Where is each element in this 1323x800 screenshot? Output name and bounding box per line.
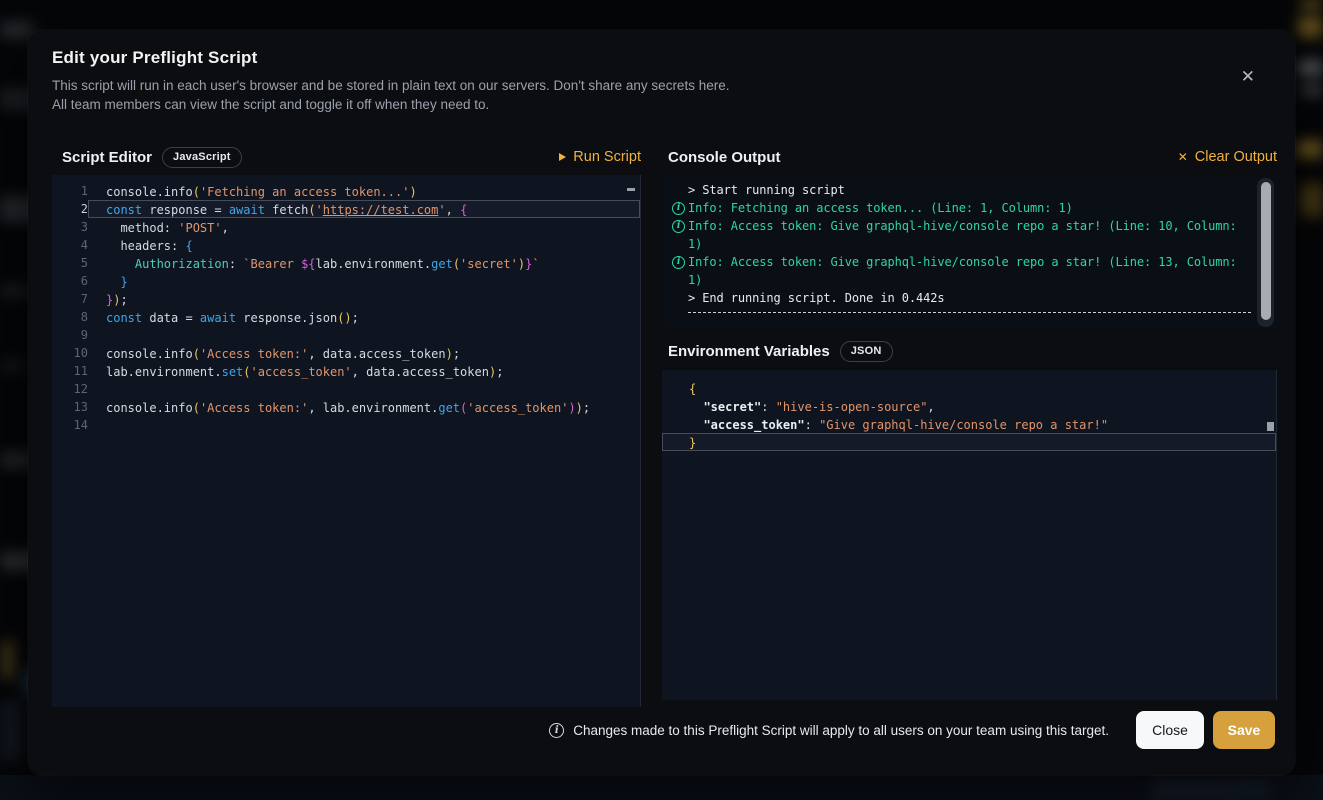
code-line: 4 headers: { xyxy=(52,236,640,254)
backdrop-blob xyxy=(0,700,22,760)
footer-note: i Changes made to this Preflight Script … xyxy=(549,723,1109,738)
env-json-line: "secret": "hive-is-open-source", xyxy=(662,397,1276,415)
script-editor-title: Script Editor xyxy=(62,149,152,166)
backdrop-blob xyxy=(0,285,30,297)
run-script-label: Run Script xyxy=(573,149,641,165)
env-variables-title: Environment Variables xyxy=(668,343,830,360)
backdrop-blob xyxy=(1300,183,1323,217)
backdrop-blob xyxy=(1296,140,1323,158)
line-number: 5 xyxy=(52,254,88,272)
env-scrollbar-thumb[interactable] xyxy=(1267,422,1274,431)
line-number: 3 xyxy=(52,218,88,236)
console-output-title: Console Output xyxy=(668,149,781,166)
code-line: 13console.info('Access token:', lab.envi… xyxy=(52,398,640,416)
line-number: 6 xyxy=(52,272,88,290)
script-code-editor[interactable]: 1console.info('Fetching an access token.… xyxy=(52,175,641,707)
code-line: 10console.info('Access token:', data.acc… xyxy=(52,344,640,362)
line-number: 14 xyxy=(52,416,88,434)
backdrop-blob xyxy=(0,22,34,38)
console-scrollbar[interactable] xyxy=(1257,178,1274,327)
console-log-text: Info: Fetching an access token... (Line:… xyxy=(688,199,1251,217)
console-log-entry: > End running script. Done in 0.442s xyxy=(672,289,1251,307)
line-number: 2 xyxy=(52,200,88,218)
console-output-panel[interactable]: > Start running scriptiInfo: Fetching an… xyxy=(662,175,1277,330)
modal-subtitle-line1: This script will run in each user's brow… xyxy=(52,77,952,96)
preflight-script-modal: ✕ Edit your Preflight Script This script… xyxy=(28,30,1295,775)
line-number: 10 xyxy=(52,344,88,362)
code-line: 6 } xyxy=(52,272,640,290)
code-line: 8const data = await response.json(); xyxy=(52,308,640,326)
code-line: 7}); xyxy=(52,290,640,308)
save-button[interactable]: Save xyxy=(1213,711,1275,749)
console-log-text: > End running script. Done in 0.442s xyxy=(688,289,1251,307)
backdrop-blob xyxy=(1298,16,1323,38)
console-log-text: > Start running script xyxy=(688,181,1251,199)
clear-output-button[interactable]: ✕ Clear Output xyxy=(1178,149,1277,165)
console-separator xyxy=(688,312,1251,313)
javascript-badge: JavaScript xyxy=(162,147,242,168)
code-line: 11lab.environment.set('access_token', da… xyxy=(52,362,640,380)
backdrop-blob xyxy=(1300,84,1323,96)
line-number: 9 xyxy=(52,326,88,344)
backdrop-blob xyxy=(1298,60,1323,76)
env-variables-editor[interactable]: { "secret": "hive-is-open-source", "acce… xyxy=(662,370,1277,700)
modal-subtitle-line2: All team members can view the script and… xyxy=(52,96,952,115)
backdrop-blob xyxy=(1300,0,1323,8)
console-output-header: Console Output ✕ Clear Output xyxy=(668,142,1277,172)
code-line: 1console.info('Fetching an access token.… xyxy=(52,182,640,200)
env-json-line: } xyxy=(662,433,1276,451)
console-log-entry: > Start running script xyxy=(672,181,1251,199)
close-icon[interactable]: ✕ xyxy=(1241,68,1255,85)
console-info-icon: i xyxy=(672,202,685,215)
line-number: 13 xyxy=(52,398,88,416)
line-number: 1 xyxy=(52,182,88,200)
line-number: 11 xyxy=(52,362,88,380)
line-number: 8 xyxy=(52,308,88,326)
env-variables-header: Environment Variables JSON xyxy=(668,336,1277,366)
console-log-text: Info: Access token: Give graphql-hive/co… xyxy=(688,253,1251,271)
console-log-text: 1) xyxy=(688,235,1251,253)
code-line: 3 method: 'POST', xyxy=(52,218,640,236)
close-button[interactable]: Close xyxy=(1136,711,1204,749)
console-log-text: 1) xyxy=(688,271,1251,289)
code-line: 14 xyxy=(52,416,640,434)
line-number: 12 xyxy=(52,380,88,398)
line-number: 4 xyxy=(52,236,88,254)
clear-output-label: Clear Output xyxy=(1195,149,1277,165)
env-json-line: "access_token": "Give graphql-hive/conso… xyxy=(662,415,1276,433)
console-log-text: Info: Access token: Give graphql-hive/co… xyxy=(688,217,1251,235)
page-title: Edit your Preflight Script xyxy=(52,48,257,68)
script-editor-header: Script Editor JavaScript Run Script xyxy=(62,142,641,172)
footer-note-text: Changes made to this Preflight Script wi… xyxy=(573,723,1109,738)
clear-icon: ✕ xyxy=(1178,151,1188,163)
info-icon: i xyxy=(549,723,564,738)
console-info-icon: i xyxy=(672,220,685,233)
code-line: 2const response = await fetch('https://t… xyxy=(52,200,640,218)
backdrop-bottom-strip xyxy=(0,775,1323,800)
modal-footer: i Changes made to this Preflight Script … xyxy=(52,711,1275,749)
code-line: 5 Authorization: `Bearer ${lab.environme… xyxy=(52,254,640,272)
console-log-entry: iInfo: Access token: Give graphql-hive/c… xyxy=(672,253,1251,289)
backdrop-blob xyxy=(2,640,14,680)
backdrop-blob xyxy=(1150,776,1270,800)
code-line: 12 xyxy=(52,380,640,398)
console-info-icon: i xyxy=(672,256,685,269)
console-log-entry: iInfo: Fetching an access token... (Line… xyxy=(672,199,1251,217)
console-scrollbar-thumb[interactable] xyxy=(1261,182,1271,320)
env-json-line: { xyxy=(662,379,1276,397)
code-line: 9 xyxy=(52,326,640,344)
editor-overview-marker xyxy=(627,188,635,191)
json-badge: JSON xyxy=(840,341,893,362)
line-number: 7 xyxy=(52,290,88,308)
play-icon xyxy=(559,153,566,161)
console-log-entry: iInfo: Access token: Give graphql-hive/c… xyxy=(672,217,1251,253)
run-script-button[interactable]: Run Script xyxy=(559,149,641,165)
backdrop-blob xyxy=(0,360,26,372)
